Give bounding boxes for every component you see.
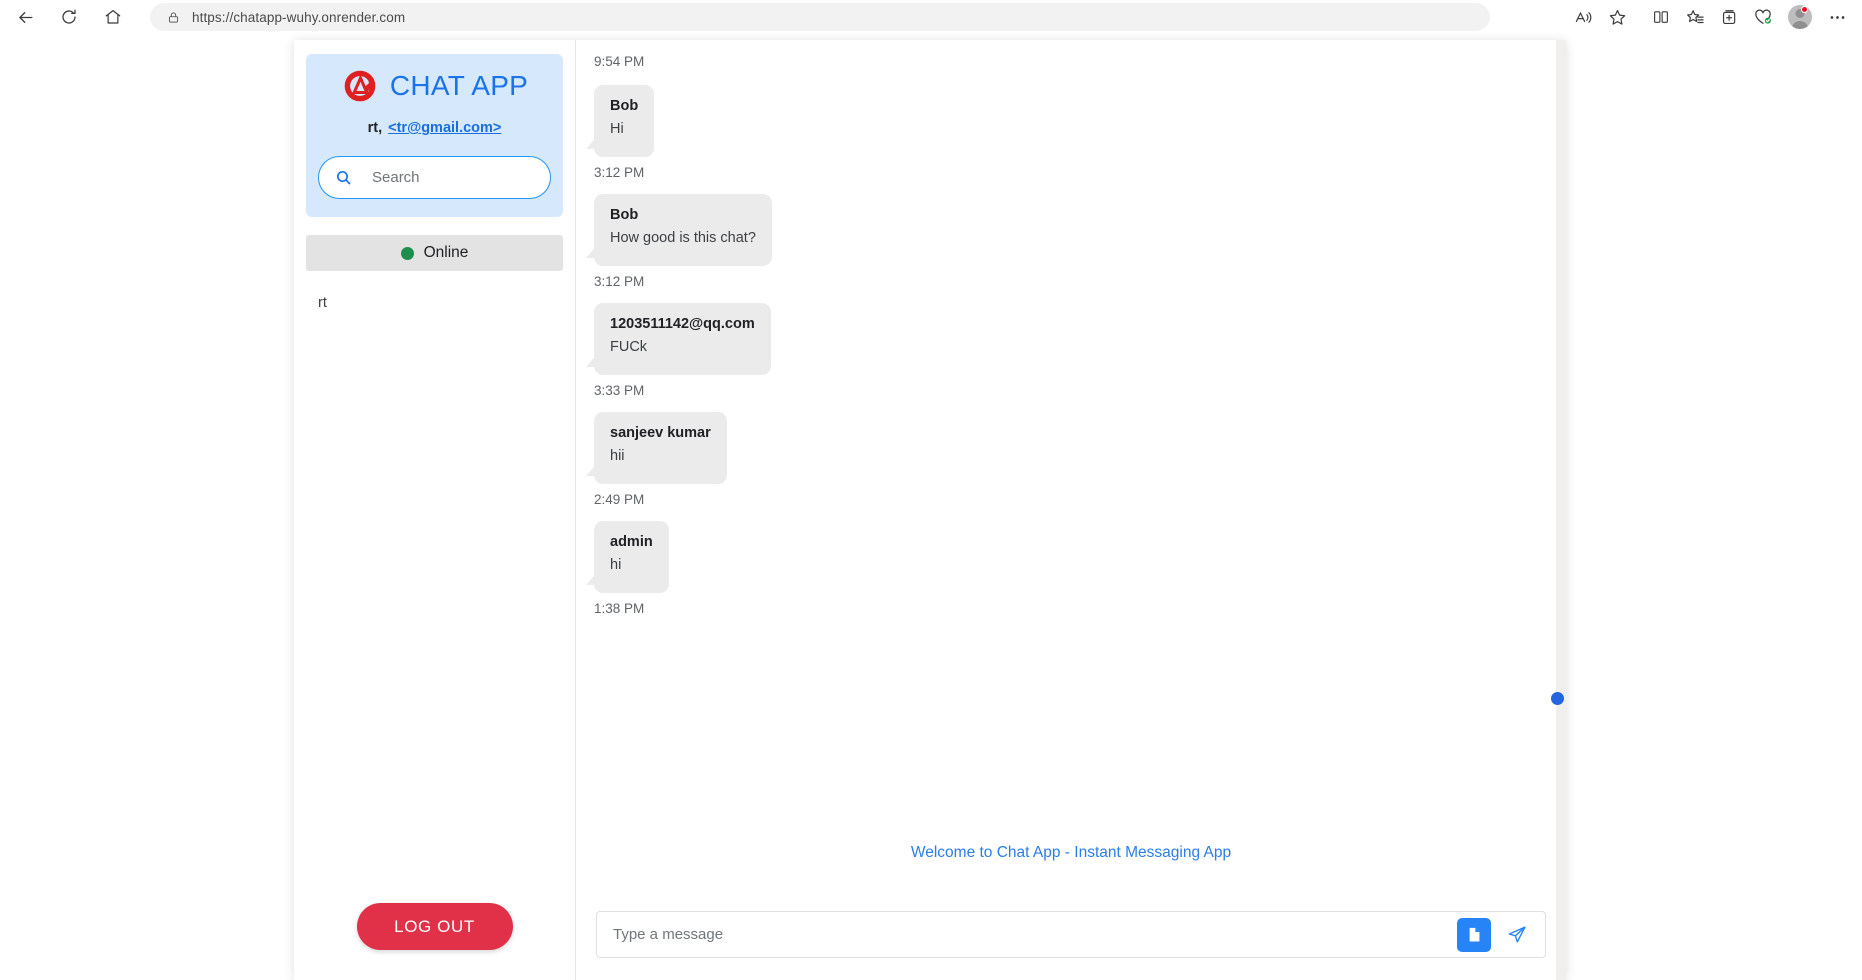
message-text: Hi [610, 121, 624, 137]
message-timestamp: 3:12 PM [594, 165, 645, 180]
attach-file-button[interactable] [1457, 917, 1491, 952]
message-input[interactable] [611, 925, 1457, 944]
message-text: hii [610, 448, 625, 464]
online-status-dot [400, 246, 414, 260]
current-user-line: rt, <tr@gmail.com> [306, 120, 563, 136]
top-timestamp: 9:54 PM [594, 54, 645, 69]
message-item: Bob How good is this chat? 3:12 PM [576, 180, 1566, 289]
bubble-row: 1203511142@qq.com FUCk [586, 289, 1566, 375]
page-content: CHAT APP rt, <tr@gmail.com> O [0, 34, 1862, 980]
welcome-banner: Welcome to Chat App - Instant Messaging … [910, 844, 1232, 861]
message-text: FUCk [610, 339, 648, 355]
search-box[interactable] [318, 156, 551, 199]
address-bar[interactable]: https://chatapp-wuhy.onrender.com [150, 3, 1490, 31]
message-timestamp: 3:12 PM [594, 274, 645, 289]
message-item: Bob Hi 3:12 PM [576, 71, 1566, 180]
message-bubble[interactable]: admin hi [586, 521, 669, 593]
url-text: https://chatapp-wuhy.onrender.com [192, 9, 406, 25]
sidebar: CHAT APP rt, <tr@gmail.com> O [294, 40, 576, 980]
message-timestamp: 2:49 PM [594, 492, 645, 507]
message-bubble[interactable]: Bob How good is this chat? [586, 194, 772, 266]
bubble-row: sanjeev kumar hii [586, 398, 1566, 484]
message-text: How good is this chat? [610, 230, 756, 246]
favorite-star-icon[interactable] [1600, 0, 1634, 34]
bubble-row: Bob Hi [585, 71, 1566, 157]
chat-app-logo-icon [341, 66, 381, 106]
message-bubble[interactable]: sanjeev kumar hii [586, 412, 727, 484]
message-text: hi [610, 557, 622, 573]
profile-notification-badge [1801, 6, 1808, 13]
message-composer [596, 911, 1546, 958]
collections-list-icon[interactable] [1678, 0, 1712, 34]
profile-avatar[interactable] [1788, 5, 1812, 29]
message-sender: sanjeev kumar [610, 425, 711, 441]
sidebar-header: CHAT APP rt, <tr@gmail.com> [306, 54, 563, 217]
refresh-icon[interactable] [52, 0, 86, 34]
message-sender: Bob [610, 207, 639, 223]
online-status-label: Online [423, 244, 469, 261]
split-screen-icon[interactable] [1644, 0, 1678, 34]
search-icon [335, 169, 352, 186]
toolbar-right-actions [1566, 0, 1862, 34]
settings-more-icon[interactable] [1820, 0, 1854, 34]
brand-title: CHAT APP [389, 70, 529, 101]
message-bubble[interactable]: Bob Hi [585, 85, 655, 157]
contact-list: rt [294, 287, 575, 319]
avatar-body [1791, 21, 1809, 29]
lock-icon [160, 11, 186, 24]
message-sender: admin [610, 534, 653, 550]
message-list: 9:54 PM Bob Hi 3:12 PM Bob How good is t… [576, 40, 1566, 868]
logout-button[interactable]: LOG OUT [356, 903, 513, 950]
contact-name: rt [318, 295, 327, 311]
message-item: 1203511142@qq.com FUCk 3:33 PM [576, 289, 1566, 398]
list-item[interactable]: rt [294, 287, 575, 319]
chat-app-card: CHAT APP rt, <tr@gmail.com> O [294, 40, 1566, 980]
read-aloud-icon[interactable] [1566, 0, 1600, 34]
message-item: sanjeev kumar hii 2:49 PM [576, 398, 1566, 507]
online-status-bar: Online [306, 235, 563, 271]
chat-panel: 9:54 PM Bob Hi 3:12 PM Bob How good is t… [576, 40, 1566, 980]
bubble-row: admin hi [586, 507, 1566, 593]
add-to-collections-icon[interactable] [1712, 0, 1746, 34]
brand-row: CHAT APP [306, 66, 563, 106]
current-user-email[interactable]: <tr@gmail.com> [388, 120, 501, 136]
logout-container: LOG OUT [294, 903, 575, 950]
search-input[interactable] [370, 168, 540, 187]
browser-essentials-icon[interactable] [1746, 0, 1780, 34]
message-bubble[interactable]: 1203511142@qq.com FUCk [586, 303, 771, 375]
message-sender: Bob [610, 98, 639, 114]
scroll-to-bottom-indicator[interactable] [1551, 692, 1564, 705]
bubble-row: Bob How good is this chat? [586, 180, 1566, 266]
message-item: admin hi 1:38 PM [576, 507, 1566, 616]
message-timestamp: 3:33 PM [594, 383, 645, 398]
send-message-button[interactable] [1501, 919, 1533, 951]
browser-toolbar: https://chatapp-wuhy.onrender.com [0, 0, 1862, 34]
back-icon[interactable] [8, 0, 42, 34]
message-sender: 1203511142@qq.com [610, 316, 755, 332]
current-user-name: rt, [367, 120, 383, 136]
home-icon[interactable] [96, 0, 130, 34]
message-group-top-time: 9:54 PM [576, 48, 1566, 71]
message-timestamp: 1:38 PM [594, 601, 645, 616]
